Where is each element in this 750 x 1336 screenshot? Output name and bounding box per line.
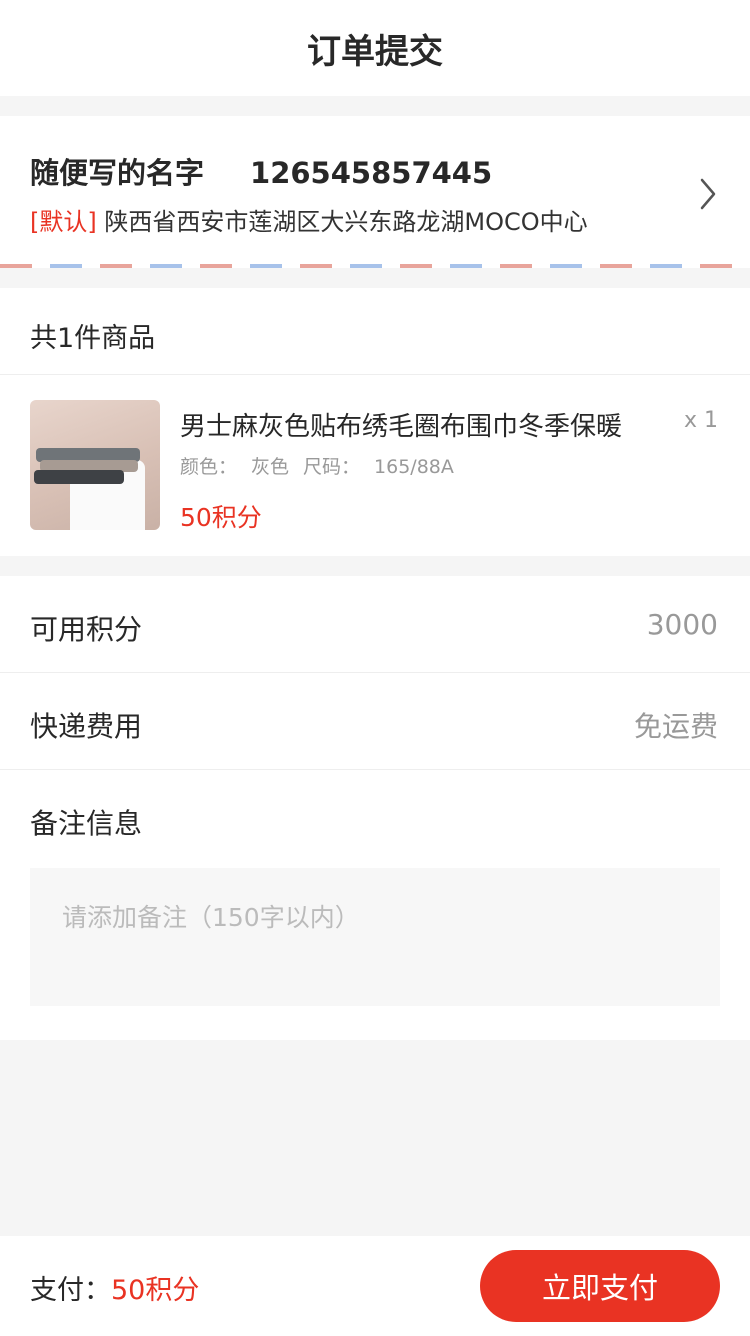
page-header: 订单提交 xyxy=(0,0,750,96)
pay-now-button[interactable]: 立即支付 xyxy=(480,1250,720,1322)
remark-input[interactable] xyxy=(30,868,720,1006)
product-price: 50积分 xyxy=(180,503,262,532)
default-tag: [默认] xyxy=(30,208,97,236)
address-stripe-divider xyxy=(0,264,750,268)
address-phone: 126545857445 xyxy=(250,156,493,190)
product-image[interactable] xyxy=(30,400,160,530)
pay-label: 支付： xyxy=(30,1275,111,1306)
points-label: 可用积分 xyxy=(30,613,143,646)
order-info-section: 可用积分 3000 快递费用 免运费 备注信息 xyxy=(0,576,750,1040)
points-value: 3000 xyxy=(646,608,718,641)
remark-label: 备注信息 xyxy=(30,807,143,840)
shipping-label: 快递费用 xyxy=(30,710,143,743)
pay-summary: 支付：50积分 xyxy=(30,1268,199,1307)
address-name: 随便写的名字 xyxy=(30,156,205,190)
product-name[interactable]: 男士麻灰色贴布绣毛圈布围巾冬季保暖 xyxy=(180,406,630,443)
goods-count-title: 共1件商品 xyxy=(30,323,156,354)
divider xyxy=(0,374,750,375)
chevron-right-icon[interactable] xyxy=(694,174,722,214)
footer-bar: 支付：50积分 立即支付 xyxy=(0,1236,750,1336)
spec-color: 颜色： 灰色 xyxy=(180,456,290,478)
product-quantity: x 1 xyxy=(683,408,718,433)
address-detail: 陕西省西安市莲湖区大兴东路龙湖MOCO中心 xyxy=(104,208,588,236)
shipping-row: 快递费用 免运费 xyxy=(0,673,750,770)
goods-section: 共1件商品 男士麻灰色贴布绣毛圈布围巾冬季保暖 x 1 颜色： 灰色 尺码： 165/… xyxy=(0,288,750,556)
points-row: 可用积分 3000 xyxy=(0,576,750,673)
pay-amount: 50积分 xyxy=(111,1275,200,1306)
address-contact: 随便写的名字 126545857445 xyxy=(30,150,492,192)
address-card[interactable]: 随便写的名字 126545857445 [默认] 陕西省西安市莲湖区大兴东路龙湖M… xyxy=(0,116,750,268)
product-image-scarf xyxy=(34,470,124,484)
spec-size: 尺码： 165/88A xyxy=(303,456,454,478)
page-title: 订单提交 xyxy=(307,31,443,72)
address-detail-line: [默认] 陕西省西安市莲湖区大兴东路龙湖MOCO中心 xyxy=(30,202,590,237)
shipping-value: 免运费 xyxy=(633,710,718,743)
product-spec: 颜色： 灰色 尺码： 165/88A xyxy=(180,452,454,479)
